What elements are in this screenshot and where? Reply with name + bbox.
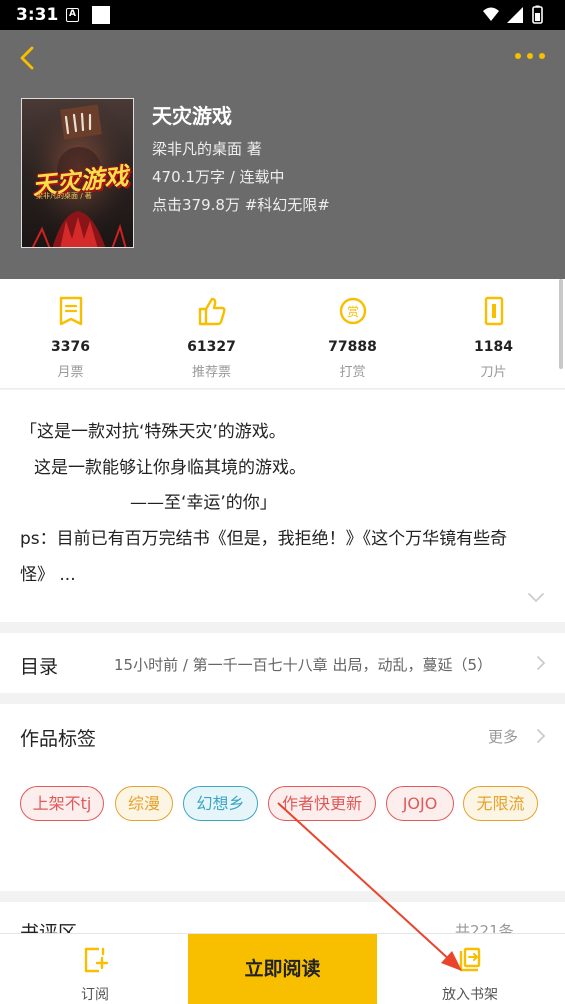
svg-text:赏: 赏 [347,305,359,319]
thumbs-up-icon [198,297,226,326]
support-item-blade[interactable]: 1184 刀片 [423,279,564,389]
chevron-right-icon [537,656,546,670]
read-now-button[interactable]: 立即阅读 [188,934,377,1004]
subscribe-icon [84,947,109,973]
support-label: 打赏 [339,365,366,380]
book-clicks-category: 点击379.8万 #科幻无限# [152,196,330,214]
support-count: 77888 [328,339,377,355]
back-arrow-icon[interactable] [14,44,42,72]
expand-chevron-icon[interactable] [526,590,546,604]
chevron-right-icon[interactable] [536,728,546,744]
subscribe-button[interactable]: 订阅 [40,934,150,1004]
book-header: 天灾游戏 梁非凡的桌面 / 著 天灾游戏 梁非凡的桌面 著 470.1万字 / … [0,30,565,279]
support-label: 刀片 [480,365,507,380]
tags-more-link[interactable]: 更多 [488,726,518,747]
catalog-row[interactable]: 目录 15小时前 / 第一千一百七十八章 出局，动乱，蔓延（5） [0,633,565,693]
intro-line: ——至‘幸运’的你」 [130,493,277,513]
intro-line: 怪》 ... [20,565,76,585]
latest-chapter: 15小时前 / 第一千一百七十八章 出局，动乱，蔓延（5） [114,656,492,674]
status-bar: 3:31 A [0,0,565,30]
ticket-icon [59,296,83,326]
status-icons [483,5,543,24]
support-label: 推荐票 [191,365,231,380]
reward-icon: 赏 [339,297,367,325]
support-stats: 3376 月票 61327 推荐票 赏 77888 打赏 1184 刀片 [0,279,565,389]
support-item-reward[interactable]: 赏 77888 打赏 [282,279,423,389]
support-count: 1184 [474,339,513,355]
signal-icon [507,7,523,23]
book-cover[interactable]: 天灾游戏 梁非凡的桌面 / 著 [21,98,134,248]
subscribe-label: 订阅 [81,987,109,1003]
bottom-action-bar: 订阅 立即阅读 放入书架 [0,933,565,1004]
tag-chip[interactable]: 幻想乡 [183,786,258,821]
intro-line: ps：目前已有百万完结书《但是，我拒绝！》《这个万华镜有些奇 [20,529,508,549]
more-options-icon[interactable] [513,48,547,64]
wifi-icon [483,7,499,21]
notification-box-icon [92,6,110,24]
catalog-title: 目录 [20,656,59,678]
book-author[interactable]: 梁非凡的桌面 著 [152,138,262,159]
add-to-shelf-button[interactable]: 放入书架 [415,934,525,1004]
tag-chip[interactable]: 上架不tj [20,786,104,821]
cover-author: 梁非凡的桌面 / 著 [36,192,92,200]
tag-chip[interactable]: JOJO [386,786,454,821]
intro-line: 「这是一款对抗‘特殊天灾’的游戏。 [20,422,286,442]
intro-line: 这是一款能够让你身临其境的游戏。 [34,458,306,478]
book-intro[interactable]: 「这是一款对抗‘特殊天灾’的游戏。 这是一款能够让你身临其境的游戏。 ——至‘幸… [0,390,565,622]
tag-chip[interactable]: 作者快更新 [268,786,376,821]
tags-title: 作品标签 [20,728,97,750]
tag-chip[interactable]: 综漫 [115,786,173,821]
support-item-monthly-ticket[interactable]: 3376 月票 [0,279,141,389]
work-tags: 作品标签 更多 上架不tj 综漫 幻想乡 作者快更新 JOJO 无限流 [0,704,565,891]
bookshelf-add-icon [459,947,481,972]
book-title: 天灾游戏 [152,104,232,128]
add-to-shelf-label: 放入书架 [442,987,498,1003]
support-count: 61327 [187,339,236,355]
support-item-recommend[interactable]: 61327 推荐票 [141,279,282,389]
support-count: 3376 [51,339,90,355]
book-stats: 470.1万字 / 连载中 [152,168,285,186]
blade-icon [484,296,504,326]
support-label: 月票 [57,365,84,380]
notification-a-icon: A [66,8,79,22]
scrollbar-thumb[interactable] [559,279,563,369]
status-time: 3:31 [16,5,59,25]
tag-chip[interactable]: 无限流 [463,786,538,821]
